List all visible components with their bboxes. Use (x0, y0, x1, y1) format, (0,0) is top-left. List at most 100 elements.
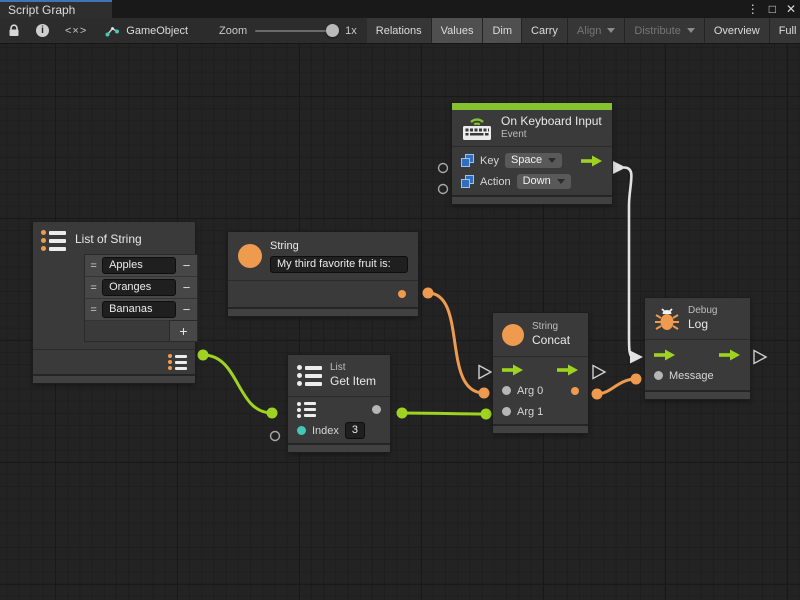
values-toggle[interactable]: Values (432, 18, 484, 43)
tab-script-graph[interactable]: Script Graph (0, 0, 112, 18)
log-message-row: Message (645, 365, 750, 386)
list-item-field[interactable]: Oranges (102, 279, 176, 296)
node-concat[interactable]: String Concat Arg 0 (493, 313, 588, 433)
lock-button[interactable] (0, 18, 28, 43)
list-item-row: = Bananas − (85, 299, 197, 321)
message-input-dot[interactable] (654, 371, 663, 380)
port-string-output[interactable] (423, 288, 434, 299)
list-item-row: = Apples − (85, 255, 197, 277)
node-title: Log (688, 317, 717, 332)
remove-item-button[interactable]: − (176, 255, 197, 276)
code-view-icon: <×> (65, 25, 87, 37)
index-label: Index (312, 425, 339, 437)
port-getitem-list-input[interactable] (267, 408, 278, 419)
dim-toggle[interactable]: Dim (483, 18, 522, 43)
string-type-icon (238, 244, 262, 268)
chevron-down-icon (557, 179, 565, 184)
code-view-button[interactable]: <×> (57, 18, 95, 43)
arg1-input-dot[interactable] (502, 407, 511, 416)
window-maximize-icon[interactable]: □ (769, 0, 776, 18)
getitem-list-row (288, 399, 390, 420)
action-value: Down (523, 175, 551, 187)
wire-list-to-getitem[interactable] (203, 355, 272, 413)
zoom-slider[interactable] (255, 30, 337, 32)
script-graph-icon (104, 24, 120, 38)
flow-out-arrow-icon (557, 364, 579, 376)
port-getitem-output[interactable] (397, 408, 408, 419)
string-output-dot[interactable] (398, 290, 406, 298)
getitem-output-dot[interactable] (372, 405, 381, 414)
arg1-label: Arg 1 (517, 406, 543, 418)
distribute-menu-button: Distribute (625, 18, 704, 43)
port-concat-arg1-input[interactable] (481, 409, 492, 420)
node-footer-strip (452, 195, 612, 204)
info-button[interactable]: i (28, 18, 57, 43)
port-log-message-input[interactable] (631, 374, 642, 385)
relations-toggle[interactable]: Relations (367, 18, 432, 43)
wire-string-to-concat[interactable] (428, 293, 484, 393)
add-item-button[interactable]: + (170, 321, 197, 341)
drag-handle[interactable]: = (85, 255, 102, 276)
node-string-literal[interactable]: String My third favorite fruit is: (228, 232, 418, 316)
string-value-field[interactable]: My third favorite fruit is: (270, 256, 408, 273)
list-editor: = Apples − = Oranges − = Bananas − + (85, 255, 197, 341)
node-on-keyboard-input[interactable]: On Keyboard Input Event Key Space (452, 103, 612, 204)
lock-icon (8, 24, 20, 37)
member-icon (461, 175, 474, 188)
list-icon (41, 230, 66, 251)
node-get-item[interactable]: List Get Item Index 3 (288, 355, 390, 452)
index-input-dot[interactable] (297, 426, 306, 435)
node-title: String (270, 239, 408, 254)
list-item-field[interactable]: Bananas (102, 301, 176, 318)
port-list-output[interactable] (198, 350, 209, 361)
port-keyboard-key-input[interactable] (439, 164, 448, 173)
carry-toggle[interactable]: Carry (522, 18, 568, 43)
port-concat-arg0-input[interactable] (479, 388, 490, 399)
graph-owner-button[interactable]: GameObject (95, 18, 197, 43)
remove-item-button[interactable]: − (176, 277, 197, 298)
event-color-bar (452, 103, 612, 110)
list-item-field[interactable]: Apples (102, 257, 176, 274)
window-close-icon[interactable]: ✕ (786, 0, 796, 18)
port-keyboard-action-input[interactable] (439, 185, 448, 194)
action-dropdown[interactable]: Down (517, 174, 571, 189)
port-concat-output[interactable] (592, 389, 603, 400)
drag-handle[interactable]: = (85, 299, 102, 320)
wire-concat-to-log[interactable] (597, 379, 636, 394)
port-getitem-index-input[interactable] (271, 432, 280, 441)
index-value-field[interactable]: 3 (345, 422, 365, 439)
overview-label: Overview (714, 25, 760, 37)
chevron-down-icon (607, 28, 615, 33)
zoom-slider-handle[interactable] (326, 24, 339, 37)
log-flow-row (645, 344, 750, 365)
arg0-input-dot[interactable] (502, 386, 511, 395)
graph-canvas[interactable]: On Keyboard Input Event Key Space (0, 44, 800, 600)
window-menu-icon[interactable]: ⋮ (747, 0, 759, 18)
port-flow-out-keyboard[interactable] (613, 161, 626, 174)
chevron-down-icon (548, 158, 556, 163)
distribute-label: Distribute (634, 25, 680, 37)
overview-button[interactable]: Overview (705, 18, 770, 43)
drag-handle[interactable]: = (85, 277, 102, 298)
node-debug-log[interactable]: Debug Log Message (645, 298, 750, 399)
port-flow-in-log[interactable] (630, 351, 643, 364)
key-dropdown[interactable]: Space (505, 153, 562, 168)
list-icon (297, 402, 316, 418)
info-icon: i (36, 24, 49, 37)
wire-getitem-to-concat[interactable] (402, 413, 486, 414)
port-log-flow-out[interactable] (754, 351, 766, 364)
wire-keyboard-to-log[interactable] (624, 168, 633, 358)
full-screen-button[interactable]: Full Screen (770, 18, 800, 43)
node-list-of-string[interactable]: List of String = Apples − = Oranges − = … (33, 222, 195, 383)
string-output-row (228, 281, 418, 307)
remove-item-button[interactable]: − (176, 299, 197, 320)
port-concat-flow-in[interactable] (479, 366, 491, 379)
window-title-bar: Script Graph ⋮ □ ✕ (0, 0, 800, 18)
port-concat-flow-out[interactable] (593, 366, 605, 379)
action-label: Action (480, 176, 511, 188)
node-category: List (330, 362, 376, 374)
concat-output-dot[interactable] (571, 387, 579, 395)
tab-label: Script Graph (8, 3, 75, 17)
keyboard-icon (461, 114, 493, 141)
zoom-level: 1x (345, 25, 357, 37)
